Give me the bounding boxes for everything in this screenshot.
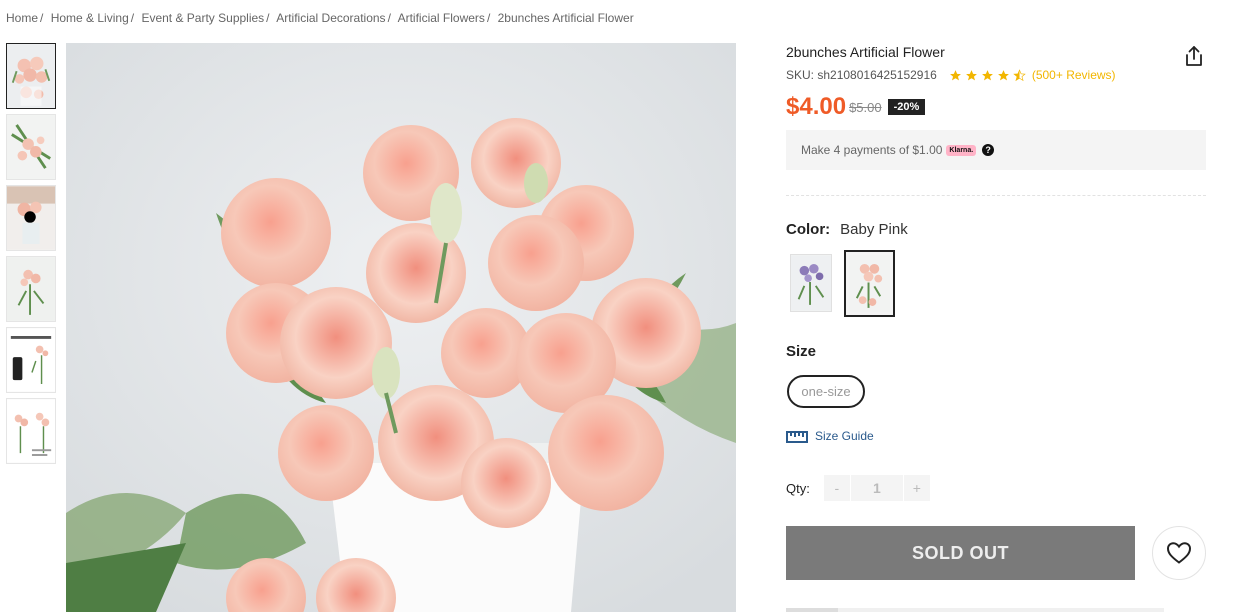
breadcrumb-separator: / <box>387 11 391 25</box>
star-icon <box>965 69 977 80</box>
reviews-link[interactable]: (500+ Reviews) <box>1032 68 1116 82</box>
star-icon <box>949 69 961 80</box>
wishlist-button[interactable] <box>1152 526 1206 580</box>
star-icon <box>997 69 1009 80</box>
thumbnail-6[interactable] <box>6 398 56 464</box>
main-product-image[interactable] <box>66 43 736 612</box>
breadcrumb-separator: / <box>130 11 135 25</box>
breadcrumb-home-living[interactable]: Home & Living <box>51 11 129 25</box>
color-swatch-purple[interactable] <box>790 254 832 312</box>
color-swatches <box>790 250 895 317</box>
discount-badge: -20% <box>887 99 926 115</box>
breadcrumb-separator: / <box>266 11 270 25</box>
sku-value: sh2108016425152916 <box>817 68 937 82</box>
qty-increment-button[interactable]: + <box>903 475 930 501</box>
size-label: Size <box>786 343 817 360</box>
thumbnail-list <box>6 43 56 469</box>
divider <box>786 195 1206 196</box>
ruler-icon <box>786 431 808 443</box>
half-star-icon <box>1013 68 1026 81</box>
qty-label: Qty: <box>786 480 810 496</box>
quantity-stepper: Qty: - 1 + <box>786 475 930 501</box>
share-icon[interactable] <box>1182 44 1206 68</box>
selected-color: Baby Pink <box>840 221 908 238</box>
color-selector-label: Color: Baby Pink <box>786 221 908 238</box>
thumbnail-1[interactable] <box>6 43 56 109</box>
thumbnail-5[interactable] <box>6 327 56 393</box>
star-icon <box>981 69 993 80</box>
klarna-installments: Make 4 payments of $1.00 Klarna. ? <box>786 130 1206 170</box>
breadcrumb: Home / Home & Living / Event & Party Suppl… <box>6 11 634 25</box>
qty-decrement-button[interactable]: - <box>823 475 850 501</box>
breadcrumb-home[interactable]: Home <box>6 11 38 25</box>
klarna-logo: Klarna. <box>946 144 977 156</box>
klarna-text: Make 4 payments of $1.00 <box>801 143 943 157</box>
breadcrumb-current: 2bunches Artificial Flower <box>497 11 634 25</box>
thumbnail-4[interactable] <box>6 256 56 322</box>
sku-label: SKU: <box>786 68 815 82</box>
qty-input[interactable]: 1 <box>850 475 903 501</box>
breadcrumb-separator: / <box>486 11 491 25</box>
scroll-indicator-segment <box>786 608 838 612</box>
breadcrumb-artificial-decorations[interactable]: Artificial Decorations <box>276 11 385 25</box>
heart-icon <box>1166 542 1192 564</box>
product-title: 2bunches Artificial Flower <box>786 44 945 60</box>
thumbnail-2[interactable] <box>6 114 56 180</box>
size-guide-link[interactable]: Size Guide <box>786 429 874 443</box>
scroll-indicator <box>786 608 1164 612</box>
breadcrumb-event-party[interactable]: Event & Party Supplies <box>141 11 264 25</box>
breadcrumb-separator: / <box>40 11 44 25</box>
size-option-one-size[interactable]: one-size <box>787 375 865 408</box>
current-price: $4.00 <box>786 93 847 120</box>
help-icon[interactable]: ? <box>982 144 995 156</box>
rating-stars <box>949 68 1026 82</box>
price-row: $4.00 $5.00 -20% <box>786 93 926 121</box>
breadcrumb-artificial-flowers[interactable]: Artificial Flowers <box>398 11 485 25</box>
sku-row: SKU: sh2108016425152916 (500+ Reviews) <box>786 68 1116 82</box>
color-label: Color: <box>786 221 831 238</box>
color-swatch-baby-pink[interactable] <box>844 250 895 317</box>
size-guide-label: Size Guide <box>815 429 874 443</box>
sold-out-button[interactable]: SOLD OUT <box>786 526 1135 580</box>
original-price: $5.00 <box>849 99 882 115</box>
thumbnail-3[interactable] <box>6 185 56 251</box>
